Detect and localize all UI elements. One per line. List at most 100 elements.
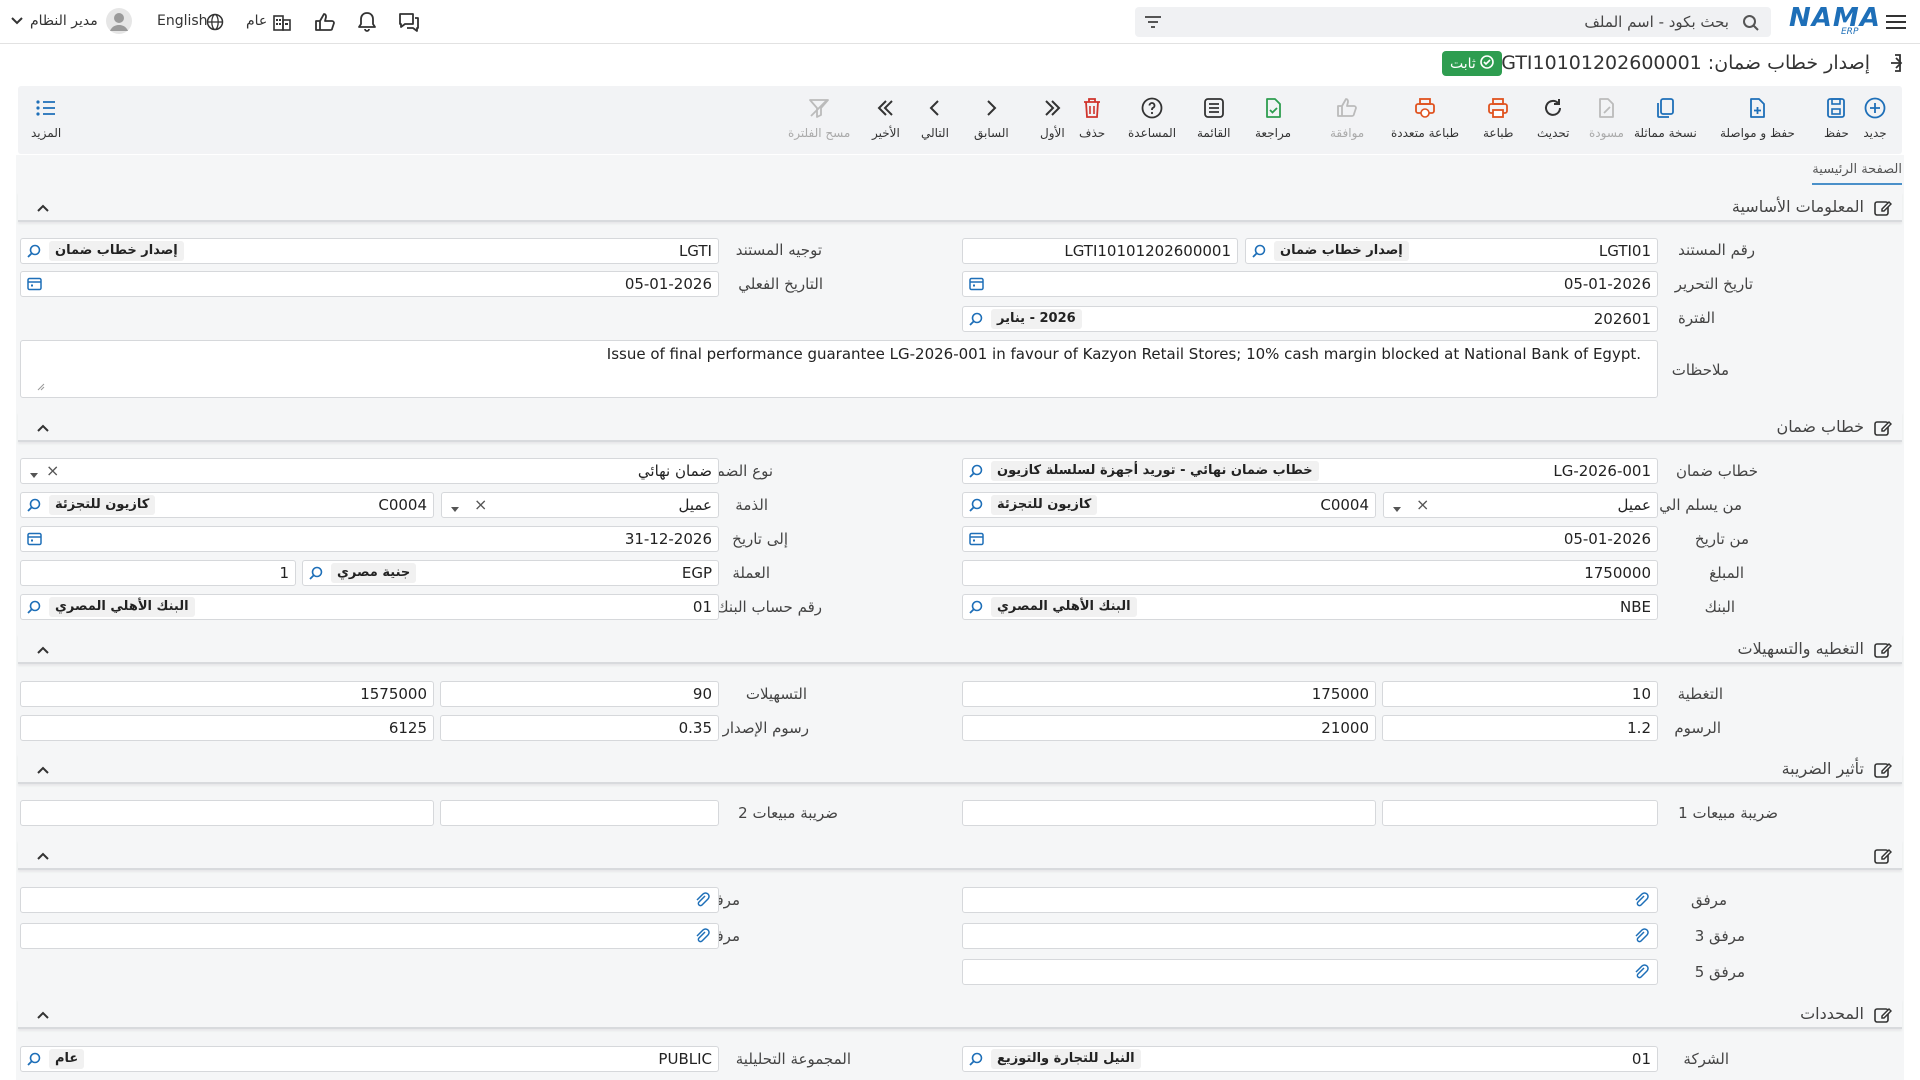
- search-icon[interactable]: [26, 497, 42, 517]
- help-button[interactable]: المساعدة: [1128, 96, 1176, 140]
- coverage-pct-field[interactable]: 10: [1382, 681, 1658, 707]
- clear-icon[interactable]: ×: [1416, 495, 1429, 514]
- draft-button[interactable]: مسودة: [1589, 96, 1624, 140]
- chevron-up-icon[interactable]: [36, 419, 50, 437]
- doc-no-field[interactable]: LGTI01 إصدار خطاب ضمان: [1245, 238, 1658, 264]
- search-icon[interactable]: [26, 599, 42, 619]
- copy-button[interactable]: نسخة مماثلة: [1634, 96, 1697, 140]
- calendar-icon[interactable]: [27, 531, 42, 550]
- section-attachments-header[interactable]: [18, 840, 1902, 870]
- last-button[interactable]: الأخير: [872, 96, 900, 140]
- section-dims-header[interactable]: المحددات: [18, 999, 1902, 1029]
- save-button[interactable]: حفظ: [1824, 96, 1849, 140]
- approvals-thumb-icon[interactable]: [313, 10, 337, 34]
- paperclip-icon[interactable]: [694, 892, 710, 912]
- previous-button[interactable]: السابق: [974, 96, 1009, 140]
- globe-icon[interactable]: [205, 12, 225, 32]
- amount-field[interactable]: 1750000: [962, 560, 1658, 586]
- company-field[interactable]: 01 النيل للتجارة والتوزيع: [962, 1046, 1658, 1072]
- search-icon[interactable]: [1741, 13, 1761, 33]
- coverage-amount-field[interactable]: 175000: [962, 681, 1376, 707]
- next-button[interactable]: التالي: [921, 96, 949, 140]
- lg-type-select[interactable]: ضمان نهائي ×: [20, 458, 719, 484]
- doc-no-value-field[interactable]: LGTI10101202600001: [962, 238, 1238, 264]
- issue-fees-amount-field[interactable]: 6125: [20, 715, 434, 741]
- edit-icon[interactable]: [1874, 419, 1893, 441]
- currency-field[interactable]: EGP جنية مصري: [302, 560, 719, 586]
- search-icon[interactable]: [26, 243, 42, 263]
- hamburger-menu-icon[interactable]: [1884, 11, 1908, 33]
- to-date-field[interactable]: 31-12-2026: [20, 526, 719, 552]
- save-continue-button[interactable]: حفظ و مواصلة: [1720, 96, 1795, 140]
- bank-field[interactable]: NBE البنك الأهلي المصري: [962, 594, 1658, 620]
- more-button[interactable]: المزيد: [31, 96, 61, 140]
- new-button[interactable]: جديد: [1863, 96, 1887, 140]
- notes-textarea[interactable]: Issue of final performance guarantee LG-…: [20, 340, 1658, 398]
- lg-field[interactable]: LG-2026-001 خطاب ضمان نهائي - توريد أجهز…: [962, 458, 1658, 484]
- sales-tax1-amount-field[interactable]: [962, 800, 1376, 826]
- attachment5-field[interactable]: [962, 959, 1658, 985]
- edit-icon[interactable]: [1874, 1006, 1893, 1028]
- issue-fees-pct-field[interactable]: 0.35: [440, 715, 719, 741]
- edit-icon[interactable]: [1874, 761, 1893, 783]
- filter-icon[interactable]: [1143, 13, 1163, 31]
- sales-tax1-rate-field[interactable]: [1382, 800, 1658, 826]
- user-avatar-icon[interactable]: [106, 8, 132, 34]
- clear-icon[interactable]: ×: [474, 495, 487, 514]
- multi-print-button[interactable]: طباعة متعددة: [1391, 96, 1459, 140]
- search-box[interactable]: [1135, 7, 1771, 37]
- edit-date-field[interactable]: 05-01-2026: [962, 271, 1658, 297]
- approve-button[interactable]: موافقة: [1330, 96, 1364, 140]
- chevron-up-icon[interactable]: [36, 761, 50, 779]
- bank-account-field[interactable]: 01 البنك الأهلي المصري: [20, 594, 719, 620]
- search-icon[interactable]: [968, 463, 984, 483]
- section-lg-header[interactable]: خطاب ضمان: [18, 412, 1902, 442]
- search-icon[interactable]: [968, 1051, 984, 1071]
- chevron-up-icon[interactable]: [36, 199, 50, 217]
- refresh-button[interactable]: تحديث: [1537, 96, 1570, 140]
- sales-tax2-amount-field[interactable]: [20, 800, 434, 826]
- notifications-bell-icon[interactable]: [355, 10, 379, 34]
- attachment1-field[interactable]: [962, 887, 1658, 913]
- facilities-pct-field[interactable]: 90: [440, 681, 719, 707]
- dropdown-arrow-icon[interactable]: [450, 499, 460, 517]
- facilities-amount-field[interactable]: 1575000: [20, 681, 434, 707]
- calendar-icon[interactable]: [969, 531, 984, 550]
- chevron-up-icon[interactable]: [36, 1006, 50, 1024]
- paperclip-icon[interactable]: [694, 928, 710, 948]
- clear-filter-button[interactable]: مسح الفلترة: [788, 96, 850, 140]
- calendar-icon[interactable]: [27, 276, 42, 295]
- company-building-icon[interactable]: [271, 11, 293, 33]
- search-icon[interactable]: [1251, 243, 1267, 263]
- dropdown-arrow-icon[interactable]: [1392, 499, 1402, 517]
- exit-icon[interactable]: [1880, 51, 1904, 75]
- section-tax-header[interactable]: تأثير الضريبة: [18, 754, 1902, 784]
- language-switch[interactable]: English: [157, 13, 208, 29]
- deliver-to-field[interactable]: C0004 كازيون للتجزئة: [962, 492, 1376, 518]
- paperclip-icon[interactable]: [1633, 892, 1649, 912]
- from-date-field[interactable]: 05-01-2026: [962, 526, 1658, 552]
- analytic-group-field[interactable]: PUBLIC عام: [20, 1046, 719, 1072]
- period-field[interactable]: 202601 2026 - يناير: [962, 306, 1658, 332]
- search-icon[interactable]: [968, 311, 984, 331]
- attachment4-field[interactable]: [20, 923, 719, 949]
- currency-rate-field[interactable]: 1: [20, 560, 296, 586]
- chevron-up-icon[interactable]: [36, 641, 50, 659]
- section-basic-header[interactable]: المعلومات الأساسية: [18, 192, 1902, 222]
- tab-main[interactable]: الصفحة الرئيسية: [1812, 162, 1902, 185]
- clear-icon[interactable]: ×: [46, 461, 59, 480]
- calendar-icon[interactable]: [969, 276, 984, 295]
- search-icon[interactable]: [26, 1051, 42, 1071]
- attachment3-field[interactable]: [962, 923, 1658, 949]
- search-icon[interactable]: [968, 599, 984, 619]
- review-button[interactable]: مراجعة: [1255, 96, 1291, 140]
- edit-icon[interactable]: [1874, 641, 1893, 663]
- scope-label[interactable]: عام: [246, 13, 267, 29]
- fees-amount-field[interactable]: 21000: [962, 715, 1376, 741]
- direction-field[interactable]: LGTI إصدار خطاب ضمان: [20, 238, 719, 264]
- first-button[interactable]: الأول: [1040, 96, 1065, 140]
- list-button[interactable]: القائمة: [1197, 96, 1230, 140]
- account-type-select[interactable]: عميل ×: [441, 492, 719, 518]
- print-button[interactable]: طباعة: [1483, 96, 1513, 140]
- delete-button[interactable]: حذف: [1079, 96, 1105, 140]
